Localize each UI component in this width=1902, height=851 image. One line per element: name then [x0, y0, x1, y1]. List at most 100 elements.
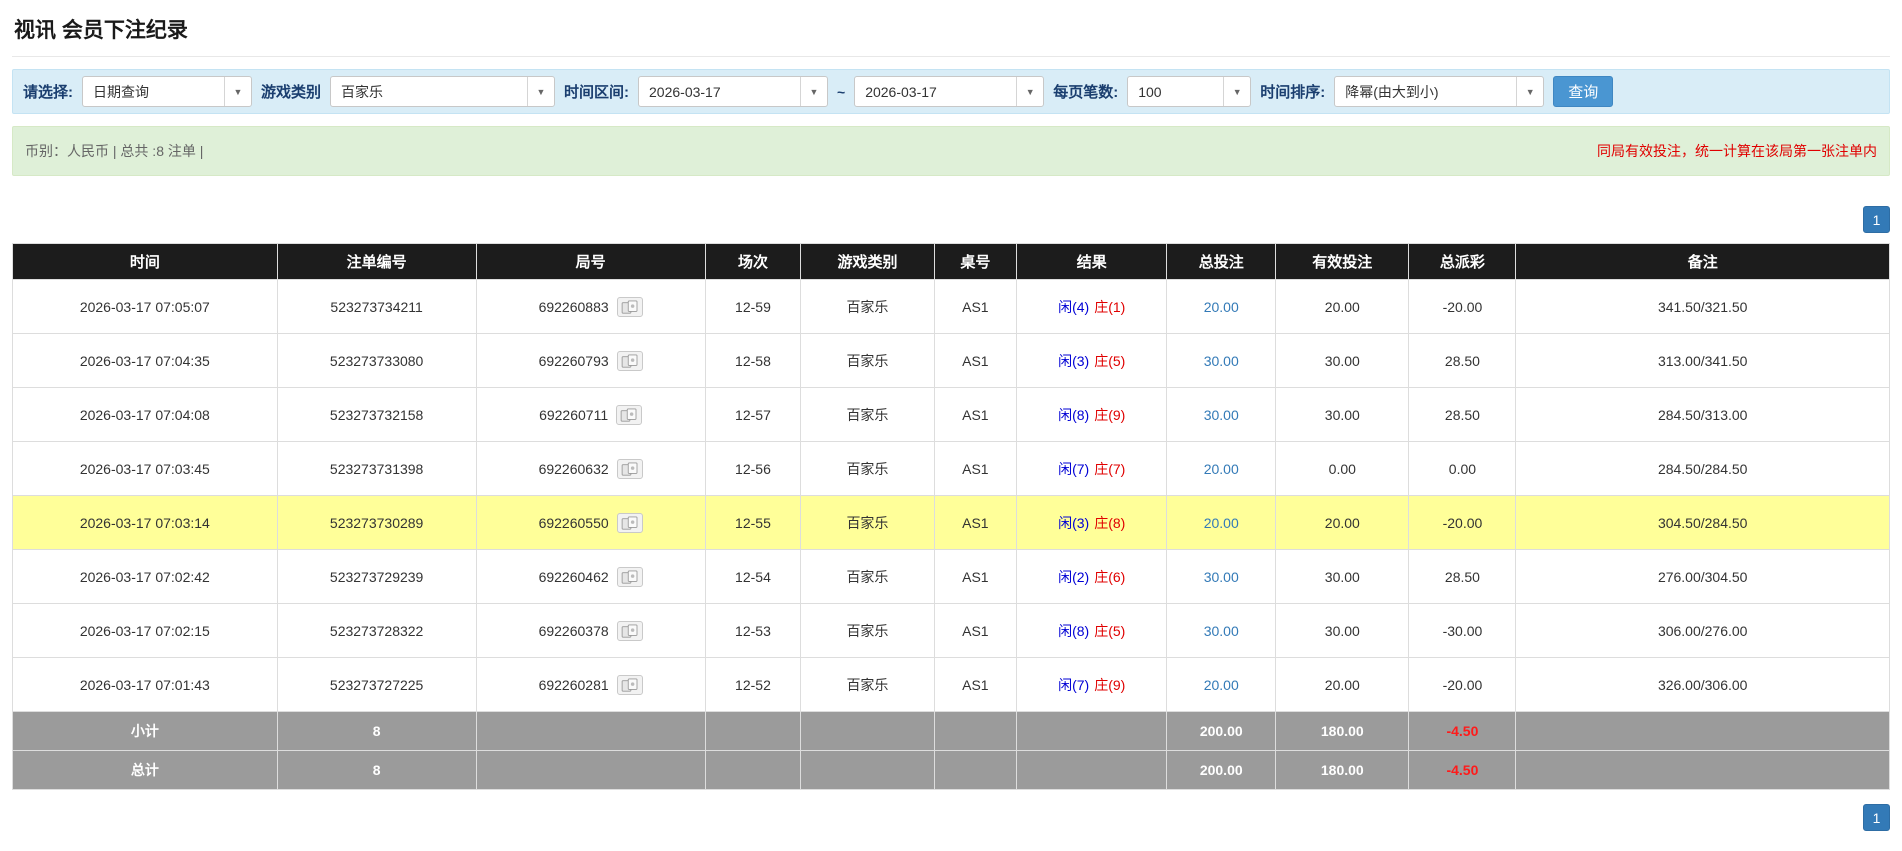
- result-player: 闲(8): [1058, 406, 1090, 423]
- cell-game: 百家乐: [800, 549, 935, 604]
- subtotal-valid-bet: 180.00: [1275, 711, 1410, 751]
- cell-total-bet: 30.00: [1166, 603, 1277, 658]
- game-type-select[interactable]: 百家乐 ▼: [330, 76, 556, 107]
- date-from-select[interactable]: 2026-03-17 ▼: [638, 76, 829, 107]
- cell-note: 341.50/321.50: [1515, 279, 1890, 334]
- cell-bet-id: 523273734211: [276, 279, 477, 334]
- total-bet-link[interactable]: 20.00: [1204, 515, 1239, 531]
- date-to-select[interactable]: 2026-03-17 ▼: [854, 76, 1045, 107]
- game-type-label: 游戏类别: [261, 84, 322, 101]
- cell-bet-id: 523273729239: [276, 549, 477, 604]
- round-number: 692260883: [538, 298, 609, 315]
- subtotal-count: 8: [276, 711, 477, 751]
- result-player: 闲(7): [1058, 460, 1090, 477]
- cell-time: 2026-03-17 07:01:43: [12, 657, 278, 712]
- cell-result: 闲(7) 庄(9): [1016, 657, 1168, 712]
- sort-label: 时间排序:: [1260, 84, 1326, 101]
- result-player: 闲(4): [1058, 298, 1090, 315]
- chevron-down-icon: ▼: [1223, 77, 1251, 106]
- cell-payout: 28.50: [1408, 333, 1517, 388]
- cards-icon[interactable]: [616, 512, 643, 533]
- round-number: 692260378: [538, 622, 609, 639]
- round-number: 692260632: [538, 460, 609, 477]
- search-button[interactable]: 查询: [1553, 76, 1614, 107]
- total-bet-link[interactable]: 20.00: [1204, 461, 1239, 477]
- cell-note: 276.00/304.50: [1515, 549, 1890, 604]
- cards-icon[interactable]: [616, 350, 643, 371]
- cell-time: 2026-03-17 07:05:07: [12, 279, 278, 334]
- header-total-bet: 总投注: [1166, 243, 1277, 280]
- cell-valid-bet: 20.00: [1275, 279, 1410, 334]
- records-table: 时间 注单编号 局号 场次 游戏类别 桌号 结果 总投注 有效投注 总派彩 备注…: [12, 243, 1890, 790]
- cards-icon[interactable]: [616, 674, 643, 695]
- page-button-1[interactable]: 1: [1863, 206, 1890, 233]
- cell-payout: 28.50: [1408, 549, 1517, 604]
- cards-icon[interactable]: [616, 620, 643, 641]
- cell-game: 百家乐: [800, 333, 935, 388]
- cell-session: 12-56: [704, 441, 802, 496]
- total-bet-link[interactable]: 20.00: [1204, 677, 1239, 693]
- total-valid-bet: 180.00: [1275, 750, 1410, 790]
- table-row: 2026-03-17 07:04:35 523273733080 6922607…: [12, 333, 1890, 388]
- result-player: 闲(8): [1058, 622, 1090, 639]
- cell-session: 12-55: [704, 495, 802, 550]
- cell-payout: -30.00: [1408, 603, 1517, 658]
- cards-icon[interactable]: [616, 296, 643, 317]
- cards-icon[interactable]: [616, 404, 643, 425]
- header-valid-bet: 有效投注: [1275, 243, 1410, 280]
- cell-session: 12-57: [704, 387, 802, 442]
- cell-note: 304.50/284.50: [1515, 495, 1890, 550]
- table-row: 2026-03-17 07:01:43 523273727225 6922602…: [12, 657, 1890, 712]
- cell-result: 闲(8) 庄(5): [1016, 603, 1168, 658]
- cell-result: 闲(7) 庄(7): [1016, 441, 1168, 496]
- chevron-down-icon: ▼: [1016, 77, 1044, 106]
- cell-time: 2026-03-17 07:02:42: [12, 549, 278, 604]
- cell-payout: -20.00: [1408, 657, 1517, 712]
- result-banker: 庄(6): [1094, 568, 1126, 585]
- cell-table-no: AS1: [933, 495, 1018, 550]
- total-bet-link[interactable]: 30.00: [1204, 353, 1239, 369]
- cell-round: 692260883: [475, 279, 706, 334]
- cell-round: 692260281: [475, 657, 706, 712]
- date-to-value: 2026-03-17: [865, 83, 937, 100]
- cell-game: 百家乐: [800, 441, 935, 496]
- chevron-down-icon: ▼: [800, 77, 828, 106]
- cell-game: 百家乐: [800, 495, 935, 550]
- cards-icon[interactable]: [616, 458, 643, 479]
- cell-time: 2026-03-17 07:02:15: [12, 603, 278, 658]
- query-type-select[interactable]: 日期查询 ▼: [82, 76, 252, 107]
- header-note: 备注: [1515, 243, 1890, 280]
- table-row: 2026-03-17 07:02:15 523273728322 6922603…: [12, 603, 1890, 658]
- cell-total-bet: 30.00: [1166, 387, 1277, 442]
- page-size-select[interactable]: 100 ▼: [1127, 76, 1252, 107]
- sort-select[interactable]: 降幂(由大到小) ▼: [1334, 76, 1545, 107]
- cell-result: 闲(3) 庄(8): [1016, 495, 1168, 550]
- cell-total-bet: 20.00: [1166, 495, 1277, 550]
- cell-result: 闲(2) 庄(6): [1016, 549, 1168, 604]
- cell-session: 12-53: [704, 603, 802, 658]
- cell-payout: 28.50: [1408, 387, 1517, 442]
- page-button-1[interactable]: 1: [1863, 804, 1890, 831]
- result-banker: 庄(1): [1094, 298, 1126, 315]
- total-bet-link[interactable]: 20.00: [1204, 299, 1239, 315]
- cell-session: 12-59: [704, 279, 802, 334]
- cards-icon[interactable]: [616, 566, 643, 587]
- sort-value: 降幂(由大到小): [1345, 83, 1439, 100]
- result-player: 闲(3): [1058, 514, 1090, 531]
- result-player: 闲(3): [1058, 352, 1090, 369]
- header-game-type: 游戏类别: [800, 243, 935, 280]
- cell-valid-bet: 30.00: [1275, 549, 1410, 604]
- cell-round: 692260711: [475, 387, 706, 442]
- result-player: 闲(7): [1058, 676, 1090, 693]
- total-bet-link[interactable]: 30.00: [1204, 623, 1239, 639]
- cell-note: 313.00/341.50: [1515, 333, 1890, 388]
- cell-time: 2026-03-17 07:04:08: [12, 387, 278, 442]
- page-size-label: 每页笔数:: [1053, 84, 1119, 101]
- total-bet-link[interactable]: 30.00: [1204, 569, 1239, 585]
- cell-time: 2026-03-17 07:03:45: [12, 441, 278, 496]
- total-bet-link[interactable]: 30.00: [1204, 407, 1239, 423]
- cell-session: 12-58: [704, 333, 802, 388]
- header-payout: 总派彩: [1408, 243, 1517, 280]
- range-separator: ~: [837, 83, 846, 100]
- select-label: 请选择:: [23, 84, 73, 101]
